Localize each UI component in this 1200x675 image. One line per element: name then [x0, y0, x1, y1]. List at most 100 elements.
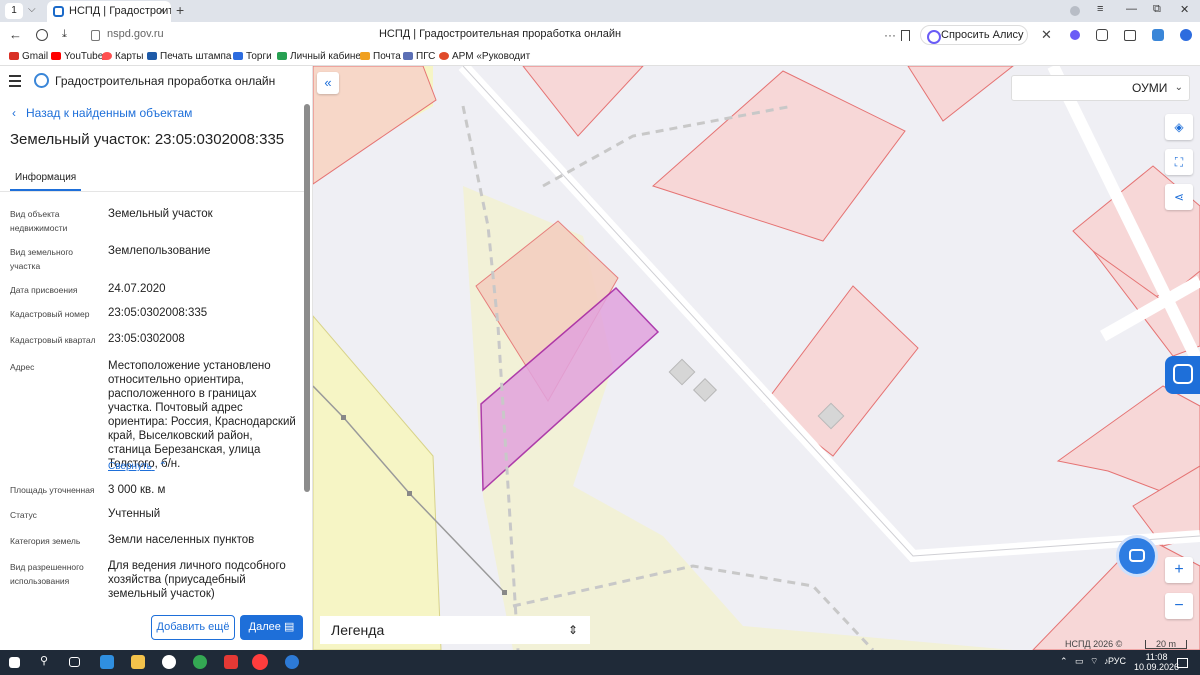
bookmark-gmail[interactable]: Gmail	[9, 51, 48, 62]
tab-nspd[interactable]: НСПД | Градостроительн ×	[47, 1, 171, 22]
more-options-icon[interactable]: ···	[884, 28, 896, 42]
label-cadastral-quarter: Кадастровый квартал	[10, 335, 96, 345]
parcel-top-1	[522, 66, 644, 137]
panel-scrollbar[interactable]	[304, 104, 310, 492]
yandex-app-icon[interactable]	[224, 655, 238, 669]
maximize-button[interactable]: ⧉	[1153, 3, 1161, 16]
parcel-middle	[764, 285, 919, 457]
tray-chevron-icon[interactable]: ⌃	[1060, 656, 1068, 667]
windows-start-icon[interactable]	[9, 657, 20, 668]
bookmark-mail[interactable]: Почта	[360, 51, 401, 62]
label-address: Адрес	[10, 362, 35, 372]
value-land-category: Земли населенных пунктов	[108, 534, 255, 546]
ask-alisa-button[interactable]: Спросить Алису AI	[920, 25, 1028, 59]
extensions-icon[interactable]	[1096, 29, 1108, 41]
bookmark-maps[interactable]: Карты	[102, 51, 144, 62]
widget-icon	[1173, 364, 1193, 384]
chevron-left-icon: ‹	[12, 106, 26, 120]
layer-select[interactable]: ОУМИ ⌄	[1011, 75, 1190, 101]
youtube-icon	[51, 52, 61, 60]
network-icon[interactable]: ▭	[1075, 656, 1084, 667]
chrome-icon[interactable]	[193, 655, 207, 669]
layers-button[interactable]: ◈	[1165, 114, 1193, 140]
power-pole-2	[407, 491, 412, 496]
pgs-icon	[403, 52, 413, 60]
measure-button[interactable]: ⛶	[1165, 149, 1193, 175]
label-parcel-type: Вид земельного участка	[10, 247, 74, 271]
chat-button[interactable]	[1116, 535, 1158, 577]
label-permitted-use: Вид разрешенного использования	[10, 562, 84, 586]
value-object-type: Земельный участок	[108, 208, 213, 220]
tab-close-icon[interactable]: ×	[159, 1, 165, 22]
divider	[0, 191, 304, 192]
minimize-button[interactable]: —	[1126, 3, 1137, 15]
map-canvas[interactable]: « ОУМИ ⌄ ◈ ⛶ ⋖ + − Легенда ⇕ НСПД 2026 © 2…	[313, 66, 1200, 650]
profile-icon[interactable]	[1070, 6, 1080, 16]
browser-menu-icon[interactable]: ≡	[1097, 3, 1103, 15]
next-button[interactable]: Далее ▤	[240, 615, 303, 640]
tab-list-chevron-icon[interactable]: ⌵	[28, 4, 36, 15]
collapse-link[interactable]: Свернуть ⌃	[108, 461, 167, 472]
add-more-button[interactable]: Добавить ещё	[151, 615, 235, 640]
mail-icon	[360, 52, 370, 60]
torgi-icon	[233, 52, 243, 60]
value-parcel-type: Землепользование	[108, 245, 211, 257]
legend-dropdown[interactable]: Легенда ⇕	[320, 616, 590, 644]
zoom-in-button[interactable]: +	[1165, 557, 1193, 583]
tab-counter[interactable]: 1	[5, 3, 23, 19]
chevron-up-icon: ⌃	[158, 461, 168, 472]
clock[interactable]: 11:08 10.09.2026	[1134, 652, 1179, 672]
app-blue-icon[interactable]	[285, 655, 299, 669]
share-icon: ⋖	[1173, 190, 1185, 204]
label-cadastral-number: Кадастровый номер	[10, 309, 90, 319]
bookmark-cabinet[interactable]: Личный кабинет	[277, 51, 365, 62]
share-button[interactable]: ⋖	[1165, 184, 1193, 210]
zoom-out-button[interactable]: −	[1165, 593, 1193, 619]
value-area: 3 000 кв. м	[108, 484, 166, 496]
label-status: Статус	[10, 510, 37, 520]
bookmarks-bar: Gmail YouTube Карты Печать штампа с Торг…	[0, 48, 1200, 66]
bookmark-stamp[interactable]: Печать штампа с	[147, 51, 239, 62]
label-area: Площадь уточненная	[10, 485, 95, 495]
app-title: Градостроительная проработка онлайн	[55, 74, 276, 88]
bookmark-youtube[interactable]: YouTube	[51, 51, 103, 62]
chevron-down-icon: ⌄	[1174, 82, 1183, 93]
close-window-button[interactable]: ✕	[1180, 3, 1189, 16]
vpn-extension-icon[interactable]	[1152, 29, 1164, 41]
power-pole-3	[502, 590, 507, 595]
map-layer[interactable]	[313, 66, 1200, 650]
bookmark-pgs[interactable]: ПГС	[403, 51, 435, 62]
tab-title: НСПД | Градостроительн	[69, 5, 171, 17]
back-to-results-link[interactable]: ‹ Назад к найденным объектам	[12, 106, 192, 120]
tools-icon[interactable]: ✕	[1041, 27, 1052, 43]
address-bar: ← ⤓ nspd.gov.ru НСПД | Градостроительная…	[0, 22, 1200, 59]
building-2	[692, 377, 718, 403]
chat-icon	[1129, 549, 1145, 562]
bookmark-arm[interactable]: АРМ «Руководит	[439, 51, 530, 62]
collections-icon[interactable]	[1124, 30, 1136, 41]
object-title: Земельный участок: 23:05:0302008:335	[10, 131, 285, 148]
new-tab-button[interactable]: +	[176, 2, 184, 18]
tab-info[interactable]: Информация	[10, 172, 82, 191]
label-object-type: Вид объекта недвижимости	[10, 209, 68, 233]
notifications-icon[interactable]	[1177, 658, 1188, 668]
sync-icon[interactable]	[1180, 29, 1192, 41]
app-c-icon[interactable]	[162, 655, 176, 669]
building-1	[668, 358, 696, 386]
edge-icon[interactable]	[100, 655, 114, 669]
task-view-icon[interactable]	[69, 657, 80, 667]
tray-wifi-icon[interactable]: ⌔	[1090, 656, 1098, 667]
side-widget-button[interactable]	[1165, 356, 1200, 394]
file-explorer-icon[interactable]	[131, 655, 145, 669]
value-permitted-use: Для ведения личного подсобного хозяйства…	[108, 560, 286, 600]
hamburger-menu-icon[interactable]	[9, 75, 21, 90]
yandex-browser-icon[interactable]	[252, 654, 268, 670]
document-icon: ▤	[283, 621, 295, 633]
nspd-favicon-icon	[53, 6, 64, 17]
bookmark-icon[interactable]	[901, 30, 910, 41]
alisa-extension-icon[interactable]	[1070, 30, 1080, 40]
lang-indicator[interactable]: РУС	[1108, 656, 1126, 666]
collapse-panel-button[interactable]: «	[317, 72, 339, 94]
search-icon[interactable]: ⚲	[40, 654, 54, 668]
bookmark-torgi[interactable]: Торги	[233, 51, 272, 62]
